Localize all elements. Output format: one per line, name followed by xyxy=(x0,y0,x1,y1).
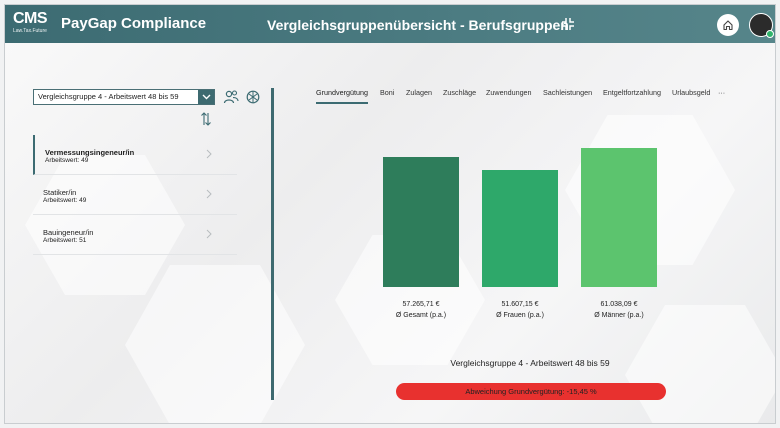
list-item-title: Bauingeneur/in xyxy=(43,228,94,237)
list-item[interactable]: Statiker/in Arbeitswert: 49 xyxy=(33,175,237,215)
tab-grundverguetung[interactable]: Grundvergütung xyxy=(316,88,368,104)
chevron-right-icon xyxy=(206,189,212,199)
more-tabs-button[interactable]: ··· xyxy=(718,88,725,102)
tab-boni[interactable]: Boni xyxy=(380,88,394,102)
chart-bar[interactable] xyxy=(383,157,459,287)
comparison-group-select[interactable]: Vergleichsgruppe 4 - Arbeitswert 48 bis … xyxy=(33,89,215,105)
app-header: CMS Law.Tax.Future PayGap Compliance Ver… xyxy=(5,5,775,43)
list-item[interactable]: Vermessungsingeneur/in Arbeitswert: 49 xyxy=(33,135,237,175)
list-item[interactable]: Bauingeneur/in Arbeitswert: 51 xyxy=(33,215,237,255)
bar-value-label: 57.265,71 € xyxy=(402,301,440,308)
collapse-icon[interactable] xyxy=(561,17,575,31)
sort-icon[interactable] xyxy=(200,112,212,126)
tab-zuwendungen[interactable]: Zuwendungen xyxy=(486,88,532,102)
chevron-right-icon xyxy=(206,149,212,159)
home-icon xyxy=(723,20,733,31)
bar-category-label: Ø Männer (p.a.) xyxy=(594,312,644,319)
list-item-title: Vermessungsingeneur/in xyxy=(45,148,135,157)
people-icon[interactable] xyxy=(223,89,239,105)
home-button[interactable] xyxy=(717,14,739,36)
chevron-right-icon xyxy=(206,229,212,239)
online-status-icon xyxy=(766,30,774,38)
background-hexagon xyxy=(125,265,305,423)
job-group-list: Vermessungsingeneur/in Arbeitswert: 49 S… xyxy=(33,135,237,255)
list-item-subtitle: Arbeitswert: 49 xyxy=(43,197,87,204)
chart-bar[interactable] xyxy=(482,170,558,287)
page-title: Vergleichsgruppenübersicht - Berufsgrupp… xyxy=(267,17,569,33)
deviation-badge: Abweichung Grundvergütung: -15,45 % xyxy=(396,383,666,400)
bar-value-label: 61.038,09 € xyxy=(600,301,638,308)
logo-tagline: Law.Tax.Future xyxy=(13,28,47,34)
panel-divider xyxy=(271,88,274,400)
list-item-subtitle: Arbeitswert: 49 xyxy=(45,157,89,164)
tab-zulagen[interactable]: Zulagen xyxy=(406,88,432,102)
app-title: PayGap Compliance xyxy=(61,15,207,32)
cms-logo: CMS Law.Tax.Future xyxy=(13,11,55,37)
list-item-title: Statiker/in xyxy=(43,188,77,197)
tab-urlaubsgeld[interactable]: Urlaubsgeld xyxy=(672,88,710,102)
tab-entgeltfortzahlung[interactable]: Entgeltfortzahlung xyxy=(603,88,661,102)
chart-title: Vergleichsgruppe 4 - Arbeitswert 48 bis … xyxy=(450,358,610,368)
logo-text: CMS xyxy=(13,10,48,27)
bar-value-label: 51.607,15 € xyxy=(501,301,539,308)
network-globe-icon[interactable] xyxy=(246,90,260,104)
list-item-subtitle: Arbeitswert: 51 xyxy=(43,237,87,244)
bar-category-label: Ø Frauen (p.a.) xyxy=(496,312,544,319)
chevron-down-icon[interactable] xyxy=(198,90,214,104)
tab-sachleistungen[interactable]: Sachleistungen xyxy=(543,88,592,102)
chart-bar[interactable] xyxy=(581,148,657,287)
app-frame: CMS Law.Tax.Future PayGap Compliance Ver… xyxy=(4,4,776,424)
tab-zuschlaege[interactable]: Zuschläge xyxy=(443,88,476,102)
bar-category-label: Ø Gesamt (p.a.) xyxy=(395,312,447,319)
comparison-group-select-value: Vergleichsgruppe 4 - Arbeitswert 48 bis … xyxy=(38,92,179,101)
